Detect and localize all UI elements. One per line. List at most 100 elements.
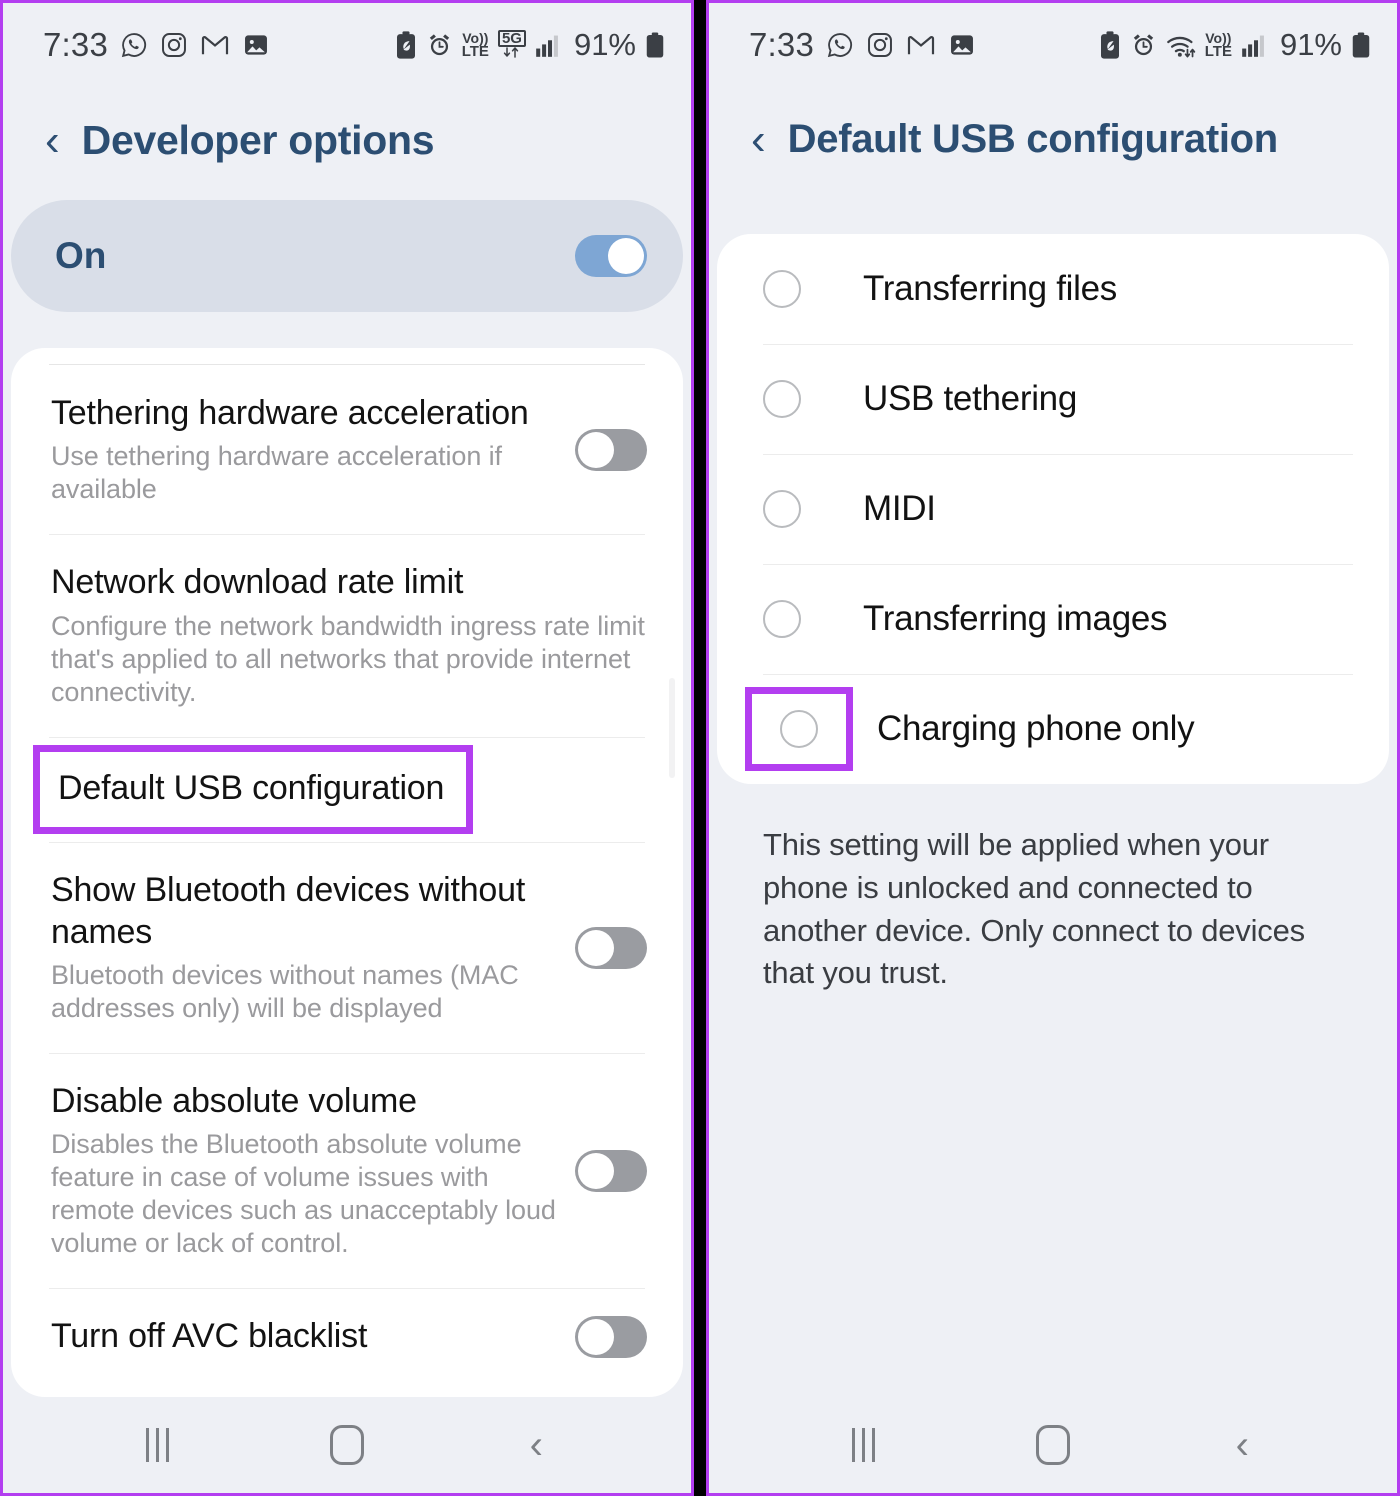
- wifi-icon: [1166, 31, 1196, 59]
- recents-icon[interactable]: [98, 1415, 218, 1475]
- tethering-hardware-acceleration-toggle[interactable]: [575, 428, 647, 471]
- master-switch-label: On: [55, 235, 107, 276]
- row-title: Disable absolute volume: [51, 1081, 417, 1120]
- usb-configuration-footnote: This setting will be applied when your p…: [763, 827, 1305, 991]
- radio-option-label: Charging phone only: [877, 709, 1195, 748]
- list-scrollbar[interactable]: [669, 678, 675, 778]
- status-right-group: Vo)) LTE 5G 91%: [395, 27, 665, 63]
- radio-button-icon[interactable]: [763, 490, 801, 528]
- dual-screenshot-stage: 7:33 Vo)) LTE 5G 91% ‹ Developer options…: [0, 0, 1400, 1496]
- back-icon[interactable]: ‹: [476, 1415, 596, 1475]
- recents-icon[interactable]: [804, 1415, 924, 1475]
- left-status-bar: 7:33 Vo)) LTE 5G 91%: [3, 3, 691, 87]
- volte-icon: Vo)) LTE: [1204, 31, 1232, 60]
- page-title: Default USB configuration: [787, 117, 1279, 161]
- whatsapp-icon: [826, 31, 854, 59]
- right-phone-panel: 7:33 Vo)) LTE 91% ‹ Default USB configur…: [706, 0, 1400, 1496]
- alarm-icon: [426, 31, 453, 59]
- battery-percent: 91%: [1279, 27, 1342, 62]
- radio-option-label: MIDI: [863, 489, 936, 528]
- radio-button-icon[interactable]: [780, 710, 818, 748]
- row-text: Default USB configuration: [33, 744, 647, 835]
- row-text: Tethering hardware acceleration Use teth…: [51, 393, 561, 506]
- radio-option-transferring-images[interactable]: Transferring images: [717, 564, 1389, 674]
- left-phone-panel: 7:33 Vo)) LTE 5G 91% ‹ Developer options…: [0, 0, 694, 1496]
- setting-row-show-bluetooth-devices-without-names[interactable]: Show Bluetooth devices without names Blu…: [11, 842, 683, 1053]
- radio-option-transferring-files[interactable]: Transferring files: [717, 234, 1389, 344]
- volte-icon: Vo)) LTE: [461, 31, 489, 60]
- radio-wrap: [763, 600, 863, 638]
- alarm-icon: [1130, 31, 1157, 59]
- disable-absolute-volume-toggle[interactable]: [575, 1149, 647, 1192]
- gallery-icon: [948, 31, 976, 59]
- page-title: Developer options: [81, 117, 435, 163]
- battery-icon: [645, 31, 665, 59]
- right-status-bar: 7:33 Vo)) LTE 91%: [709, 3, 1397, 87]
- turn-off-avc-blacklist-toggle[interactable]: [575, 1316, 647, 1359]
- signal-bars-icon: [535, 32, 561, 58]
- battery-percent: 91%: [573, 27, 636, 62]
- whatsapp-icon: [120, 31, 148, 59]
- radio-button-icon[interactable]: [763, 270, 801, 308]
- usb-configuration-options-card: Transferring files USB tethering MIDI Tr…: [717, 234, 1389, 784]
- chevron-left-icon[interactable]: ‹: [45, 118, 60, 163]
- back-icon[interactable]: ‹: [1182, 1415, 1302, 1475]
- radio-wrap: [763, 490, 863, 528]
- instagram-icon: [866, 31, 894, 59]
- row-text: Turn off AVC blacklist: [51, 1316, 561, 1357]
- battery-saver-icon: [1099, 30, 1121, 60]
- row-text: Show Bluetooth devices without names Blu…: [51, 870, 561, 1025]
- setting-row-default-usb-configuration[interactable]: Default USB configuration: [11, 736, 683, 842]
- row-subtitle: Bluetooth devices without names (MAC add…: [51, 960, 519, 1023]
- radio-button-icon[interactable]: [763, 380, 801, 418]
- left-header: ‹ Developer options: [3, 87, 691, 200]
- row-title: Default USB configuration: [58, 768, 445, 807]
- 5g-icon: 5G: [497, 29, 526, 60]
- developer-options-list-card: Tethering hardware acceleration Use teth…: [11, 348, 683, 1397]
- gallery-icon: [242, 31, 270, 59]
- radio-option-usb-tethering[interactable]: USB tethering: [717, 344, 1389, 454]
- status-time: 7:33: [749, 26, 815, 63]
- setting-row-turn-off-avc-blacklist[interactable]: Turn off AVC blacklist: [11, 1288, 683, 1386]
- radio-wrap: [763, 380, 863, 418]
- highlight-box: [745, 687, 853, 771]
- 5g-arrows-icon: [502, 47, 522, 60]
- volte-bottom-label: LTE: [461, 42, 489, 60]
- highlight-box: Default USB configuration: [33, 744, 474, 835]
- radio-wrap: [763, 270, 863, 308]
- gmail-icon: [906, 31, 936, 59]
- chevron-left-icon[interactable]: ‹: [751, 117, 766, 162]
- toggle-knob: [578, 929, 614, 966]
- home-icon[interactable]: [993, 1415, 1113, 1475]
- radio-option-charging-phone-only[interactable]: Charging phone only: [717, 674, 1389, 784]
- status-left-group: 7:33: [43, 26, 270, 64]
- radio-option-label: USB tethering: [863, 379, 1077, 418]
- row-title: Tethering hardware acceleration: [51, 394, 529, 432]
- setting-row-disable-absolute-volume[interactable]: Disable absolute volume Disables the Blu…: [11, 1052, 683, 1288]
- radio-option-label: Transferring images: [863, 599, 1168, 638]
- battery-saver-icon: [395, 30, 417, 60]
- toggle-knob: [578, 1152, 614, 1189]
- status-left-group: 7:33: [749, 26, 976, 64]
- radio-button-icon[interactable]: [763, 600, 801, 638]
- row-text: Network download rate limit Configure th…: [51, 562, 647, 708]
- volte-bottom-label: LTE: [1204, 42, 1232, 60]
- row-title: Show Bluetooth devices without names: [51, 871, 526, 951]
- 5g-label: 5G: [497, 29, 526, 48]
- setting-row-tethering-hardware-acceleration[interactable]: Tethering hardware acceleration Use teth…: [11, 365, 683, 534]
- row-subtitle: Use tethering hardware acceleration if a…: [51, 441, 502, 505]
- toggle-knob: [578, 431, 614, 468]
- radio-option-midi[interactable]: MIDI: [717, 454, 1389, 564]
- toggle-knob: [608, 238, 644, 274]
- gmail-icon: [200, 31, 230, 59]
- radio-option-label: Transferring files: [863, 269, 1117, 308]
- row-subtitle: Disables the Bluetooth absolute volume f…: [51, 1129, 556, 1259]
- master-switch-toggle[interactable]: [575, 235, 647, 277]
- developer-options-master-switch-row[interactable]: On: [11, 200, 683, 312]
- row-subtitle: Configure the network bandwidth ingress …: [51, 610, 645, 707]
- home-icon[interactable]: [287, 1415, 407, 1475]
- setting-row-network-download-rate-limit[interactable]: Network download rate limit Configure th…: [11, 534, 683, 736]
- show-bluetooth-devices-toggle[interactable]: [575, 926, 647, 969]
- status-time: 7:33: [43, 26, 109, 63]
- right-header: ‹ Default USB configuration: [709, 87, 1397, 198]
